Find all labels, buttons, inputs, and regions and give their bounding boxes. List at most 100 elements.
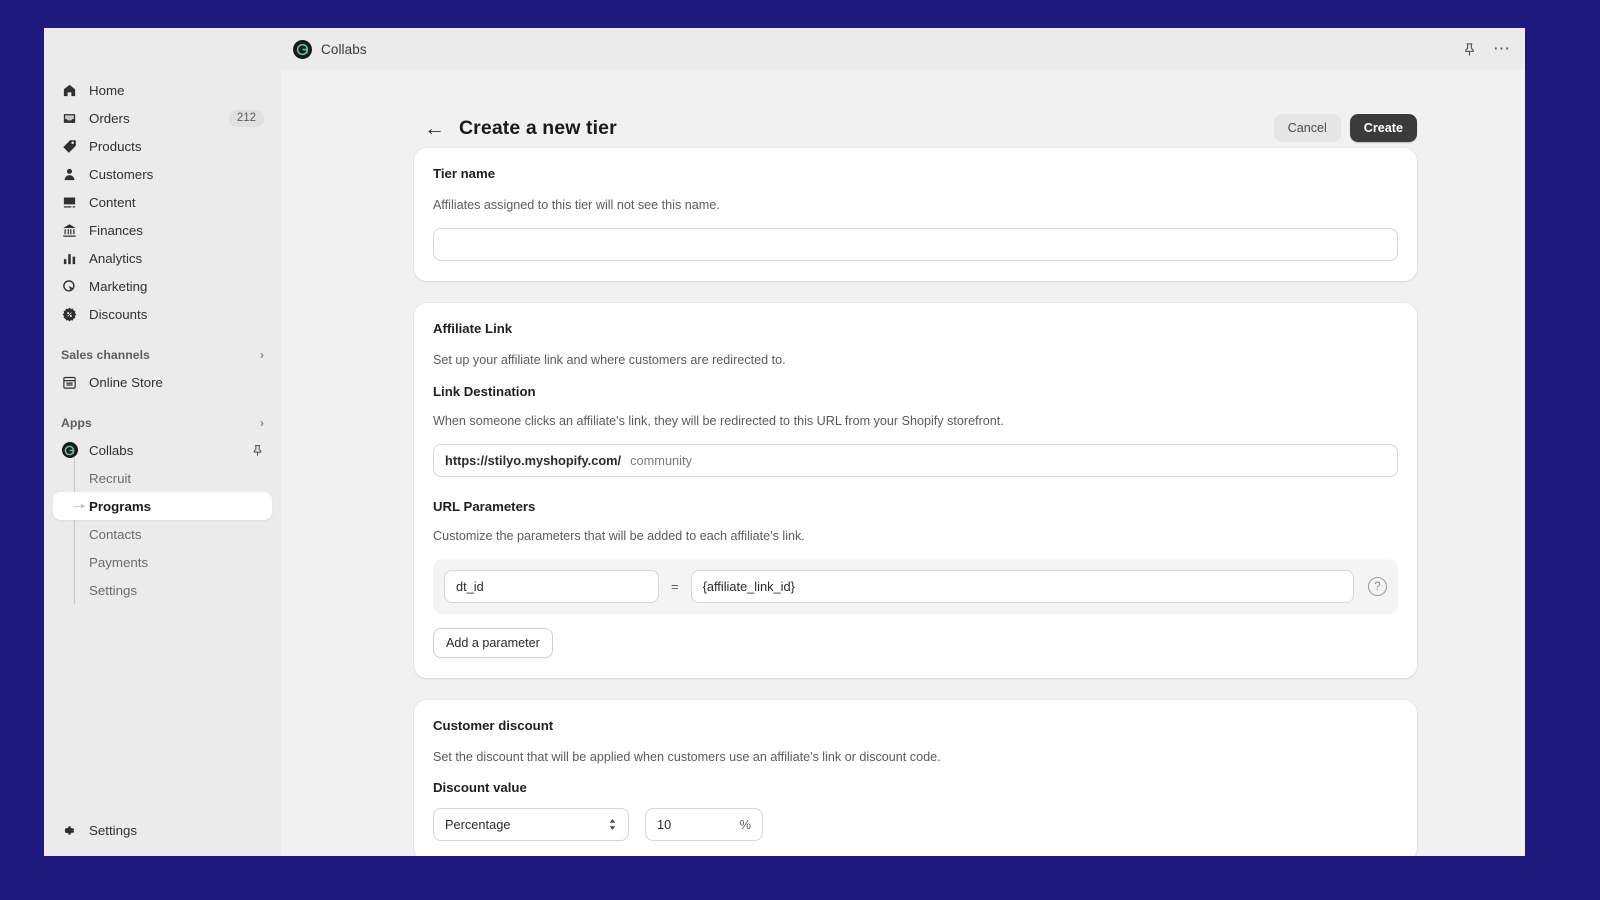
sidebar-label-online-store: Online Store <box>89 374 163 390</box>
ellipsis-icon[interactable]: ⋯ <box>1493 40 1511 57</box>
sidebar-label-marketing: Marketing <box>89 278 148 294</box>
chevron-right-icon: › <box>260 348 264 362</box>
sidebar-label-analytics: Analytics <box>89 250 143 266</box>
link-destination-description: When someone clicks an affiliate's link,… <box>433 413 1004 428</box>
header-actions: Cancel Create <box>1273 114 1417 142</box>
add-parameter-button[interactable]: Add a parameter <box>433 628 553 658</box>
discount-value-title: Discount value <box>433 780 527 796</box>
sidebar-item-home[interactable]: Home <box>53 76 272 104</box>
discount-type-value: Percentage <box>445 817 511 833</box>
sales-channels-label: Sales channels <box>61 348 150 362</box>
sidebar-item-marketing[interactable]: Marketing <box>53 272 272 300</box>
url-prefix-label: https://stilyo.myshopify.com/ <box>445 452 622 468</box>
desktop-background: Collabs ⋯ Home Orders 212 Products Custo… <box>0 0 1600 900</box>
app-window: Collabs ⋯ Home Orders 212 Products Custo… <box>44 28 1525 856</box>
topbar-app-title: Collabs <box>321 41 367 57</box>
cancel-button[interactable]: Cancel <box>1273 114 1341 142</box>
sidebar-item-recruit[interactable]: Recruit <box>53 464 272 492</box>
sidebar-item-collabs[interactable]: Collabs <box>53 436 272 464</box>
discount-value-row: Percentage 10 % <box>433 808 1398 842</box>
sidebar-item-analytics[interactable]: Analytics <box>53 244 272 272</box>
sidebar-item-programs[interactable]: Programs <box>53 492 272 520</box>
orders-count-badge: 212 <box>228 109 264 127</box>
collabs-app-icon <box>61 442 78 459</box>
url-parameters-description: Customize the parameters that will be ad… <box>433 528 805 543</box>
sidebar-item-products[interactable]: Products <box>53 132 272 160</box>
url-path-value: community <box>630 452 692 468</box>
parameter-value-input[interactable] <box>690 570 1354 603</box>
topbar-actions: ⋯ <box>1459 39 1511 59</box>
sidebar-item-online-store[interactable]: Online Store <box>53 368 272 396</box>
sidebar-label-finances: Finances <box>89 222 143 238</box>
sidebar-label-collabs: Collabs <box>89 442 134 458</box>
stepper-icon[interactable] <box>608 818 617 831</box>
url-parameters-title: URL Parameters <box>433 498 536 514</box>
topbar-app-identity: Collabs <box>44 39 367 59</box>
parameter-equals-sign: = <box>671 579 679 594</box>
chevron-right-icon: › <box>260 416 264 430</box>
create-button[interactable]: Create <box>1349 114 1417 142</box>
customer-discount-title: Customer discount <box>433 718 554 733</box>
sidebar-item-discounts[interactable]: Discounts <box>53 300 272 328</box>
main-content: ← Create a new tier Cancel Create Tier n… <box>281 70 1525 856</box>
page-title: Create a new tier <box>459 116 617 139</box>
content-scroll-area[interactable]: Tier name Affiliates assigned to this ti… <box>281 148 1525 856</box>
sidebar-section-apps[interactable]: Apps › <box>53 410 272 436</box>
sidebar-label-customers: Customers <box>89 166 154 182</box>
finances-icon <box>61 222 78 239</box>
content-icon <box>61 194 78 211</box>
sidebar-item-settings-collabs[interactable]: Settings <box>53 576 272 604</box>
gear-icon <box>61 822 78 839</box>
sidebar-item-content[interactable]: Content <box>53 188 272 216</box>
sidebar-label-products: Products <box>89 138 142 154</box>
home-icon <box>61 82 78 99</box>
discount-amount-field[interactable]: 10 % <box>645 808 763 842</box>
sidebar-item-customers[interactable]: Customers <box>53 160 272 188</box>
sidebar-item-contacts[interactable]: Contacts <box>53 520 272 548</box>
sidebar-item-orders[interactable]: Orders 212 <box>53 104 272 132</box>
customers-icon <box>61 166 78 183</box>
pin-icon[interactable] <box>251 444 264 457</box>
sidebar-bottom: Settings <box>53 816 272 856</box>
affiliate-link-description: Set up your affiliate link and where cus… <box>433 353 786 368</box>
customer-discount-description: Set the discount that will be applied wh… <box>433 750 941 764</box>
sidebar-label-discounts: Discounts <box>89 306 148 322</box>
products-icon <box>61 138 78 155</box>
discounts-icon <box>61 306 78 323</box>
link-destination-title: Link Destination <box>433 383 536 399</box>
apps-label: Apps <box>61 416 92 430</box>
parameter-key-input[interactable] <box>444 570 659 603</box>
sidebar: Home Orders 212 Products Customers Conte… <box>44 70 281 856</box>
sidebar-item-payments[interactable]: Payments <box>53 548 272 576</box>
sidebar-label-orders: Orders <box>89 110 130 126</box>
sidebar-item-settings[interactable]: Settings <box>53 816 272 844</box>
tier-name-title: Tier name <box>433 166 496 181</box>
orders-icon <box>61 110 78 127</box>
marketing-icon <box>61 278 78 295</box>
sidebar-section-sales-channels[interactable]: Sales channels › <box>53 342 272 368</box>
url-parameter-row: = ? <box>433 559 1398 614</box>
link-destination-input[interactable]: https://stilyo.myshopify.com/ community <box>433 443 1398 477</box>
discount-suffix-label: % <box>739 817 751 833</box>
customer-discount-card: Customer discount Set the discount that … <box>414 700 1417 856</box>
sidebar-label-content: Content <box>89 194 136 210</box>
sidebar-label-recruit: Recruit <box>89 470 132 486</box>
back-button[interactable]: ← <box>424 118 445 139</box>
sidebar-item-finances[interactable]: Finances <box>53 216 272 244</box>
sidebar-label-programs: Programs <box>89 498 152 514</box>
sidebar-label-settings: Settings <box>89 822 138 838</box>
tier-name-card: Tier name Affiliates assigned to this ti… <box>414 148 1417 282</box>
sidebar-label-settings-collabs: Settings <box>89 582 138 598</box>
discount-amount-value: 10 <box>657 817 672 833</box>
pin-icon[interactable] <box>1459 39 1479 59</box>
sidebar-label-payments: Payments <box>89 554 149 570</box>
top-bar: Collabs ⋯ <box>44 28 1525 70</box>
tier-name-input[interactable] <box>433 228 1398 262</box>
page-header: ← Create a new tier Cancel Create <box>281 70 1525 148</box>
discount-type-select[interactable]: Percentage <box>433 808 629 842</box>
question-mark-icon[interactable]: ? <box>1368 577 1387 596</box>
analytics-icon <box>61 250 78 267</box>
affiliate-link-title: Affiliate Link <box>433 321 513 337</box>
online-store-icon <box>61 374 78 391</box>
